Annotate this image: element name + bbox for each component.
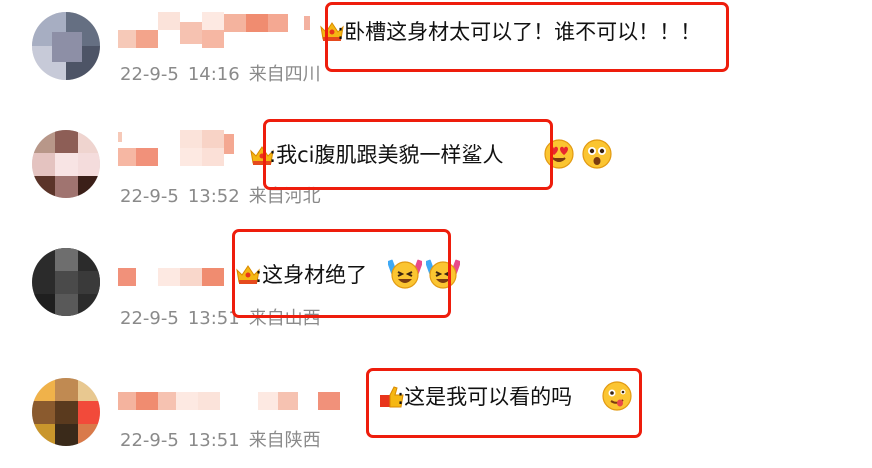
avatar[interactable]: [32, 248, 100, 316]
avatar[interactable]: [32, 130, 100, 198]
comment-item-2: :我ci腹肌跟美貌一样鲨人 22-9-5 13:52 来自河北: [0, 112, 872, 224]
comment-date: 22-9-5: [120, 308, 179, 329]
username-mosaic[interactable]: [118, 126, 268, 166]
highlight-box: [366, 368, 642, 438]
comment-location: 来自陕西: [248, 430, 321, 451]
username-mosaic[interactable]: [118, 370, 358, 410]
avatar[interactable]: [32, 378, 100, 446]
comment-date: 22-9-5: [120, 186, 179, 207]
comment-time: 13:51: [187, 430, 240, 451]
comment-item-3: :这身材绝了 22-9-5 13:51 来自山西: [0, 224, 872, 336]
comment-date: 22-9-5: [120, 64, 179, 85]
highlight-box: [325, 2, 729, 72]
highlight-box: [232, 229, 451, 318]
comment-time: 13:52: [187, 186, 240, 207]
comment-item-1: :卧槽这身材太可以了！谁不可以！！！ 22-9-5 14:16 来自四川: [0, 0, 872, 112]
comment-time: 14:16: [187, 64, 240, 85]
highlight-box: [263, 119, 553, 190]
username-mosaic[interactable]: [118, 246, 238, 286]
comment-meta: 22-9-5 14:16 来自四川: [120, 63, 321, 87]
comment-item-4: :这是我可以看的吗 22-9-5 13:51 来自陕西: [0, 356, 872, 468]
comment-date: 22-9-5: [120, 430, 179, 451]
username-mosaic[interactable]: [118, 8, 310, 48]
avatar[interactable]: [32, 12, 100, 80]
shocked-emoji-icon: [582, 139, 612, 169]
comment-location: 来自四川: [248, 64, 321, 85]
comment-meta: 22-9-5 13:51 来自陕西: [120, 429, 321, 453]
